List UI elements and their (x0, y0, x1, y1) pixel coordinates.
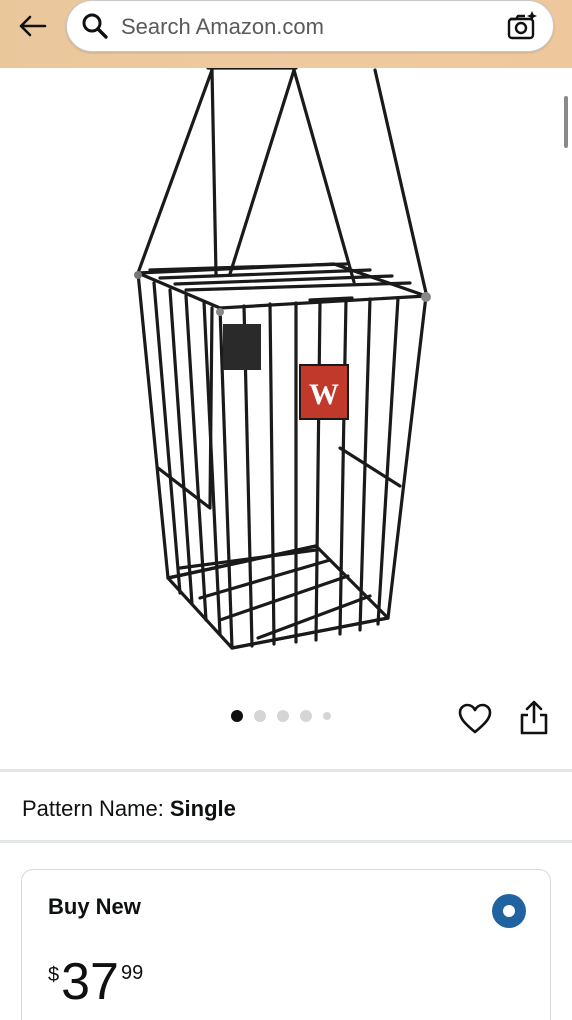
buy-new-title: Buy New (48, 894, 141, 919)
heart-icon[interactable] (458, 702, 492, 736)
camera-sparkle-icon[interactable] (505, 9, 539, 43)
search-bar[interactable] (66, 0, 554, 52)
share-icon[interactable] (518, 700, 550, 736)
price-symbol: $ (48, 964, 60, 986)
variation-row: Pattern Name: Single (22, 796, 236, 822)
arrow-left-icon (19, 15, 47, 37)
top-bar (0, 0, 572, 68)
carousel-dot[interactable] (300, 710, 312, 722)
carousel-dot-active[interactable] (231, 710, 243, 722)
image-carousel-dots[interactable] (231, 710, 331, 722)
price-fraction: 99 (120, 962, 144, 984)
variation-value: Single (169, 796, 236, 821)
section-divider (0, 769, 572, 772)
buy-new-radio[interactable] (492, 894, 526, 928)
variation-label: Pattern Name: (22, 796, 164, 821)
carousel-dot[interactable] (254, 710, 266, 722)
product-image[interactable]: W (120, 68, 450, 658)
carousel-dot[interactable] (277, 710, 289, 722)
svg-text:W: W (309, 378, 339, 411)
radio-selected-dot (503, 905, 515, 917)
carousel-dot[interactable] (323, 712, 331, 720)
search-input[interactable] (121, 9, 491, 45)
section-divider (0, 840, 572, 843)
price: $ 37 99 (48, 956, 143, 1008)
price-whole: 37 (61, 953, 119, 1011)
search-icon (82, 13, 108, 39)
back-button[interactable] (12, 8, 52, 44)
scrollbar-thumb[interactable] (564, 96, 568, 148)
buy-new-card[interactable]: Buy New $ 37 99 (21, 869, 551, 1020)
